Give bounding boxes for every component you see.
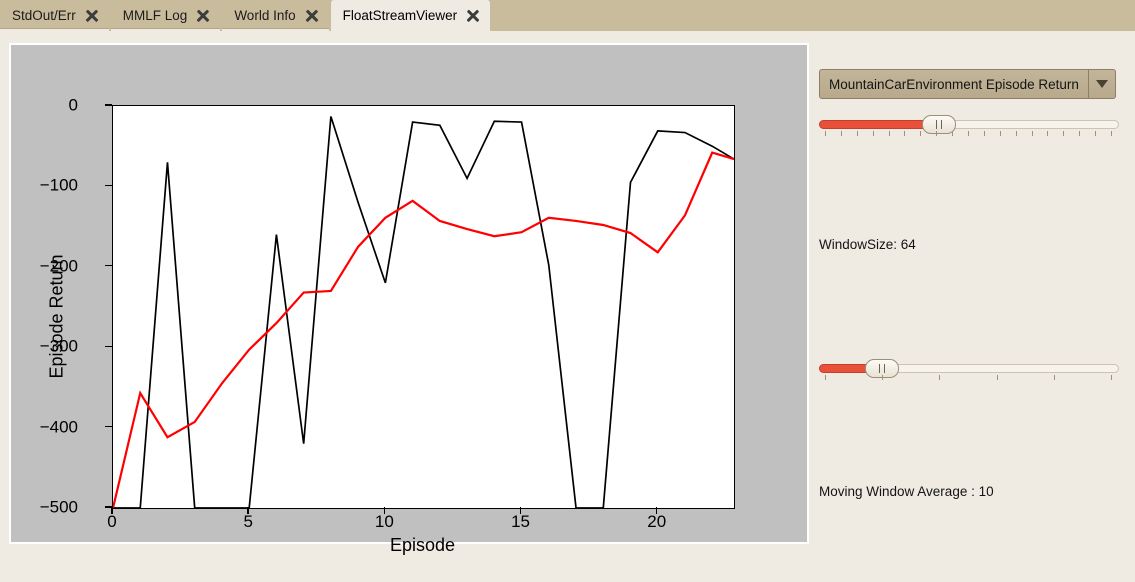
slider-tick — [1111, 131, 1112, 136]
slider-tick — [999, 131, 1001, 136]
y-tick-label: −500 — [39, 497, 78, 517]
slider-tick — [1079, 131, 1081, 136]
slider-tick — [1047, 131, 1049, 136]
slider-tick — [904, 131, 906, 136]
slider-tick — [1031, 131, 1033, 136]
y-tick-label: 0 — [68, 95, 78, 115]
close-icon[interactable] — [466, 9, 480, 23]
matplotlib-figure: Episode Return Episode 0 −100 −200 −300 −400… — [11, 45, 807, 555]
y-tick-label: −100 — [39, 175, 78, 195]
series-line — [113, 116, 734, 508]
moving-window-average-label: Moving Window Average : 10 — [819, 484, 994, 499]
chart-panel: Episode Return Episode 0 −100 −200 −300 −400… — [9, 43, 809, 555]
tab-label: World Info — [234, 8, 296, 23]
slider-ticks — [819, 131, 1119, 139]
stream-select-dropdown[interactable]: MountainCarEnvironment Episode Return — [819, 69, 1116, 99]
tab-bar: StdOut/Err MMLF Log World Info FloatStreamV… — [0, 0, 1135, 31]
stream-select-arrow-button[interactable] — [1089, 69, 1116, 99]
tab-world-info[interactable]: World Info — [222, 2, 329, 31]
window-size-slider[interactable] — [819, 114, 1119, 140]
slider-handle-grip-icon — [936, 120, 942, 129]
slider-fill — [819, 120, 939, 129]
slider-tick — [1063, 131, 1065, 136]
tab-stdout-err[interactable]: StdOut/Err — [0, 2, 109, 31]
slider-tick — [1111, 375, 1112, 380]
tab-mmlf-log[interactable]: MMLF Log — [110, 2, 221, 31]
y-tick-mark — [105, 104, 112, 106]
y-tick-mark — [105, 425, 112, 428]
slider-tick — [939, 375, 941, 380]
slider-tick — [825, 131, 826, 136]
control-panel: MountainCarEnvironment Episode Return Wi… — [814, 40, 1126, 573]
y-tick-label: −200 — [39, 256, 78, 276]
float-stream-viewer-window: StdOut/Err MMLF Log World Info FloatStreamV… — [0, 0, 1135, 582]
x-tick-label: 20 — [647, 512, 667, 531]
slider-tick — [856, 131, 858, 136]
x-tick-label: 15 — [511, 512, 531, 531]
y-tick-mark — [105, 345, 112, 347]
slider-ticks — [819, 375, 1119, 383]
close-icon[interactable] — [305, 9, 319, 23]
slider-tick — [983, 131, 985, 136]
series-line — [113, 151, 734, 508]
slider-tick — [872, 131, 874, 136]
plot-area — [112, 105, 735, 509]
close-icon[interactable] — [196, 9, 210, 23]
plot-lines — [113, 116, 734, 508]
slider-tick — [968, 131, 969, 136]
x-tick-label: 10 — [374, 512, 394, 531]
y-tick-mark — [105, 265, 112, 267]
slider-tick — [1095, 131, 1097, 136]
slider-tick — [920, 131, 922, 136]
close-icon[interactable] — [85, 9, 99, 23]
tab-floatstreamviewer[interactable]: FloatStreamViewer — [330, 0, 491, 31]
slider-handle-grip-icon — [879, 364, 885, 373]
moving-window-average-slider[interactable] — [819, 358, 1119, 384]
slider-tick — [936, 131, 938, 136]
slider-tick — [996, 375, 998, 380]
stream-select-value[interactable]: MountainCarEnvironment Episode Return — [819, 69, 1089, 99]
y-tick-label: −400 — [39, 417, 78, 437]
slider-tick — [825, 375, 826, 380]
slider-tick — [840, 131, 842, 136]
tab-label: FloatStreamViewer — [342, 8, 458, 23]
slider-tick — [888, 131, 890, 136]
x-tick-label: 0 — [107, 512, 117, 531]
tab-label: MMLF Log — [122, 8, 188, 23]
slider-tick — [882, 375, 884, 380]
chevron-down-icon — [1096, 80, 1108, 88]
window-size-label: WindowSize: 64 — [819, 237, 916, 252]
content-area: Episode Return Episode 0 −100 −200 −300 −400… — [0, 31, 1135, 582]
x-tick-label: 5 — [243, 512, 253, 531]
tab-label: StdOut/Err — [12, 8, 76, 23]
x-axis-label: Episode — [389, 535, 456, 555]
slider-tick — [952, 131, 954, 136]
y-tick-label: −300 — [39, 336, 78, 356]
slider-tick — [1053, 375, 1055, 380]
y-tick-mark — [105, 184, 112, 187]
slider-tick — [1015, 131, 1017, 136]
